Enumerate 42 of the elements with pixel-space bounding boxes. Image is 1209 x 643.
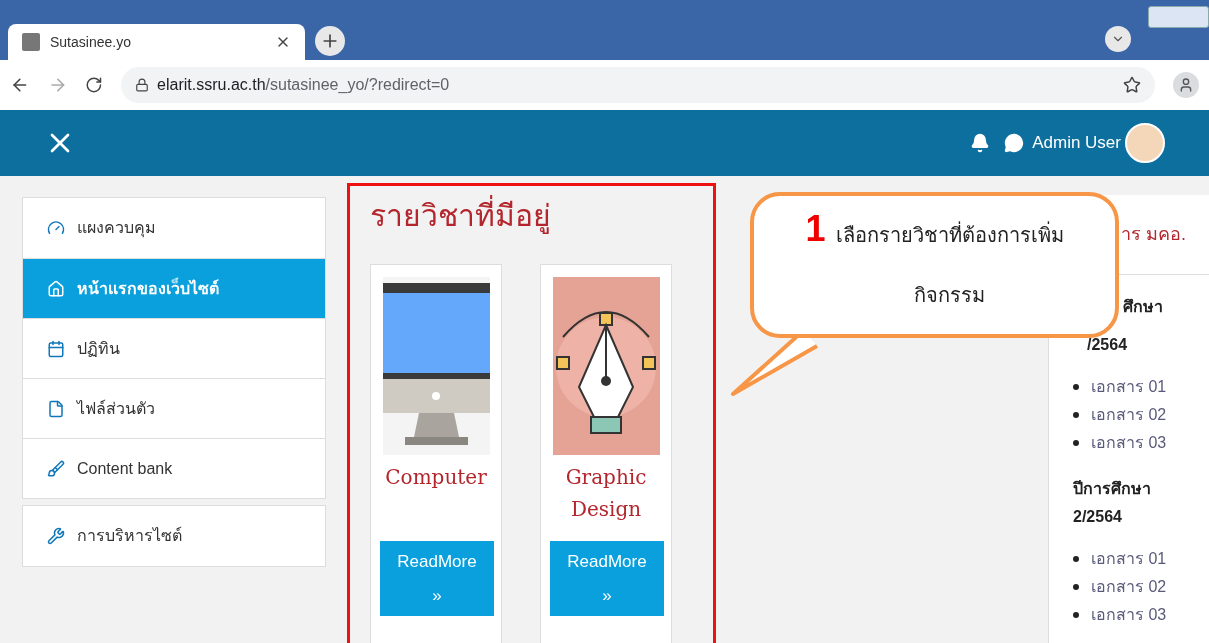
tab-title: Sutasinee.yo: [50, 32, 132, 52]
document-link[interactable]: เอกสาร 03: [1091, 601, 1167, 629]
sidebar-item[interactable]: แผงควบคุม: [23, 198, 325, 258]
profile-icon[interactable]: [1173, 72, 1199, 98]
user-name[interactable]: Admin User: [1032, 130, 1121, 156]
bullet-icon: [1073, 384, 1079, 390]
bullet-icon: [1073, 412, 1079, 418]
course-title[interactable]: Computer: [383, 461, 489, 541]
sidebar-item[interactable]: ปฏิทิน: [23, 318, 325, 378]
brush-icon: [47, 459, 65, 478]
reload-icon[interactable]: [85, 76, 104, 94]
sidebar-item[interactable]: การบริหารไซต์: [23, 506, 325, 566]
document-link[interactable]: เอกสาร 01: [1091, 545, 1167, 573]
dashboard-icon: [47, 219, 65, 237]
bullet-icon: [1073, 584, 1079, 590]
year-heading: ศึกษา /2564: [1086, 297, 1164, 355]
calendar-icon: [47, 339, 65, 358]
sidebar-item[interactable]: ไฟล์ส่วนตัว: [23, 378, 325, 438]
profile-menu-icon[interactable]: [1105, 26, 1131, 52]
section-title: รายวิชาที่มีอยู่: [370, 194, 693, 238]
document-link[interactable]: เอกสาร 02: [1091, 401, 1167, 429]
avatar[interactable]: [1125, 123, 1165, 163]
browser-tab[interactable]: Sutasinee.yo: [8, 24, 305, 60]
bullet-icon: [1073, 440, 1079, 446]
year-heading: ปีการศึกษา 2/2564: [1073, 479, 1152, 527]
file-icon: [47, 399, 65, 418]
bullet-icon: [1073, 612, 1079, 618]
document-link[interactable]: เอกสาร 02: [1091, 573, 1167, 601]
sidebar-item[interactable]: Content bank: [23, 438, 325, 498]
notification-icon[interactable]: [970, 133, 991, 153]
site-favicon: [22, 33, 40, 51]
course-title[interactable]: Graphic Design: [553, 461, 659, 541]
window-controls: [1148, 6, 1209, 28]
new-tab-button[interactable]: [315, 26, 345, 56]
message-icon[interactable]: [1004, 133, 1025, 153]
wrench-icon: [47, 527, 65, 545]
bullet-icon: [1073, 556, 1079, 562]
home-icon: [47, 279, 65, 298]
step-number: 1: [805, 207, 826, 251]
address-bar[interactable]: elarit.ssru.ac.th/sutasinee_yo/?redirect=0: [121, 67, 1155, 103]
document-link[interactable]: เอกสาร 03: [1091, 429, 1167, 457]
document-link[interactable]: เอกสาร 01: [1091, 373, 1167, 401]
